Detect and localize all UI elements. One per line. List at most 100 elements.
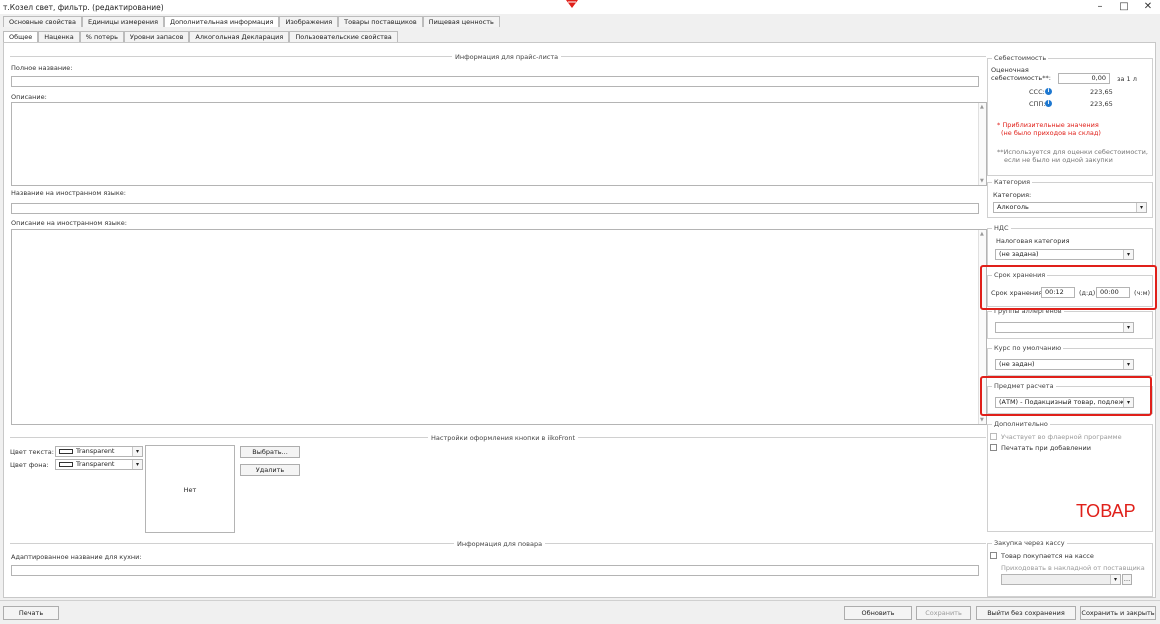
text-color-swatch (59, 448, 73, 454)
vat-value: (не задана) (999, 250, 1039, 258)
close-button[interactable]: ✕ (1138, 0, 1158, 14)
info-icon[interactable]: i (1045, 100, 1052, 107)
receive-select[interactable]: ▾ (1001, 574, 1121, 585)
more-button[interactable]: … (1122, 574, 1132, 585)
chevron-down-icon: ▾ (1123, 360, 1133, 369)
tab-units[interactable]: Единицы измерения (81, 16, 164, 27)
button-preview: Нет (145, 445, 235, 533)
choose-color-button[interactable]: Выбрать... (240, 446, 300, 458)
foreign-desc-textarea[interactable]: ▲ ▼ (11, 229, 987, 425)
tab-main-properties[interactable]: Основные свойства (3, 16, 82, 27)
chevron-down-icon: ▾ (1123, 323, 1133, 332)
price-info-title: Информация для прайс-листа (452, 53, 562, 61)
category-select[interactable]: Алкоголь ▾ (993, 202, 1147, 213)
flyer-checkbox[interactable] (990, 433, 997, 440)
sub-tabs: Общее Наценка % потерь Уровни запасов Ал… (3, 31, 398, 42)
product-badge: ТОВАР (1076, 501, 1136, 521)
tab-stock-levels[interactable]: Уровни запасов (123, 31, 190, 42)
flyer-label: Участвует во флаерной программе (1001, 433, 1122, 441)
estimated-label-2: себестоимость**: (991, 74, 1051, 82)
print-on-add-checkbox[interactable] (990, 444, 997, 451)
minimize-button[interactable]: – (1090, 0, 1110, 14)
tab-additional-info[interactable]: Дополнительная информация (164, 16, 280, 27)
footer-bar: Печать Обновить Сохранить Выйти без сохр… (0, 600, 1160, 624)
main-tabs: Основные свойства Единицы измерения Допо… (3, 16, 500, 27)
approx-note-2: (не было приходов на склад) (1001, 129, 1101, 137)
allergens-select[interactable]: ▾ (995, 322, 1134, 333)
approx-note-1: * Приблизительные значения (997, 121, 1099, 129)
additional-title: Дополнительно (992, 420, 1050, 428)
full-name-label: Полное название: (11, 64, 73, 72)
chevron-down-icon: ▾ (132, 460, 142, 469)
category-title: Категория (992, 178, 1033, 186)
vat-group: НДС Налоговая категория (не задана) ▾ (987, 224, 1153, 266)
info-icon[interactable]: i (1045, 88, 1052, 95)
shelf-life-highlight (980, 265, 1157, 310)
tab-general[interactable]: Общее (3, 31, 39, 42)
per-unit-label: за 1 л (1117, 75, 1137, 83)
bg-color-select[interactable]: Transparent ▾ (55, 459, 143, 470)
print-button[interactable]: Печать (3, 606, 59, 620)
vat-select[interactable]: (не задана) ▾ (995, 249, 1134, 260)
usage-note-1: **Используется для оценки себестоимости, (997, 148, 1148, 156)
allergens-group: Группы аллергенов ▾ (987, 307, 1153, 339)
buy-at-cashbox-label: Товар покупается на кассе (1001, 552, 1094, 560)
maximize-button[interactable]: □ (1114, 0, 1134, 14)
button-preview-text: Нет (183, 486, 197, 494)
kitchen-name-label: Адаптированное название для кухни: (11, 553, 142, 561)
foreign-name-label: Название на иностранном языке: (11, 189, 126, 197)
estimated-cost-input[interactable]: 0,00 (1058, 73, 1110, 84)
text-color-label: Цвет текста: (10, 448, 54, 456)
full-name-input[interactable] (11, 76, 979, 87)
bg-color-swatch (59, 461, 73, 467)
delete-color-button[interactable]: Удалить (240, 464, 300, 476)
tab-custom-properties[interactable]: Пользовательские свойства (289, 31, 398, 42)
category-value: Алкоголь (997, 203, 1029, 211)
text-color-select[interactable]: Transparent ▾ (55, 446, 143, 457)
buy-at-cashbox-checkbox[interactable] (990, 552, 997, 559)
usage-note-2: если не было ни одной закупки (1004, 156, 1113, 164)
description-scrollbar[interactable]: ▲ ▼ (978, 103, 986, 185)
kitchen-name-input[interactable] (11, 565, 979, 576)
text-color-value: Transparent (76, 447, 115, 455)
bg-color-label: Цвет фона: (10, 461, 49, 469)
category-label: Категория: (993, 191, 1032, 199)
content-panel: Информация для прайс-листа Полное назван… (3, 42, 1156, 598)
refresh-button[interactable]: Обновить (844, 606, 912, 620)
description-label: Описание: (11, 93, 47, 101)
cost-title: Себестоимость (992, 54, 1049, 62)
vat-label: Налоговая категория (996, 237, 1070, 245)
ccc-value: 223,65 (1090, 88, 1113, 96)
rate-value: (не задан) (999, 360, 1035, 368)
chevron-down-icon: ▾ (132, 447, 142, 456)
save-button[interactable]: Сохранить (916, 606, 971, 620)
bg-color-value: Transparent (76, 460, 115, 468)
cook-info-title: Информация для повара (454, 540, 546, 548)
rate-group: Курс по умолчанию (не задан) ▾ (987, 344, 1153, 376)
cost-group: Себестоимость Оценочная себестоимость**:… (987, 54, 1153, 176)
estimated-label-1: Оценочная (991, 66, 1029, 74)
rate-select[interactable]: (не задан) ▾ (995, 359, 1134, 370)
description-textarea[interactable]: ▲ ▼ (11, 102, 987, 186)
button-design-title: Настройки оформления кнопки в iikoFront (428, 434, 578, 442)
rate-title: Курс по умолчанию (992, 344, 1064, 352)
tab-losses[interactable]: % потерь (79, 31, 124, 42)
chevron-down-icon: ▾ (1123, 250, 1133, 259)
foreign-name-input[interactable] (11, 203, 979, 214)
additional-group: Дополнительно Участвует во флаерной прог… (987, 420, 1153, 532)
tab-alcohol-declaration[interactable]: Алкогольная Декларация (189, 31, 290, 42)
chevron-down-icon: ▾ (1136, 203, 1146, 212)
tab-supplier-goods[interactable]: Товары поставщиков (338, 16, 423, 27)
app-logo-icon (566, 0, 578, 8)
save-and-close-button[interactable]: Сохранить и закрыть (1080, 606, 1156, 620)
title-bar: т.Козел свет, фильтр. (редактирование) –… (0, 0, 1160, 14)
vat-title: НДС (992, 224, 1011, 232)
foreign-desc-label: Описание на иностранном языке: (11, 219, 127, 227)
tab-nutrition[interactable]: Пищевая ценность (422, 16, 500, 27)
exit-without-save-button[interactable]: Выйти без сохранения (976, 606, 1076, 620)
print-on-add-label: Печатать при добавлении (1001, 444, 1091, 452)
cashbox-group: Закупка через кассу Товар покупается на … (987, 539, 1153, 597)
tab-markup[interactable]: Наценка (38, 31, 80, 42)
tab-images[interactable]: Изображения (279, 16, 339, 27)
cashbox-title: Закупка через кассу (992, 539, 1067, 547)
